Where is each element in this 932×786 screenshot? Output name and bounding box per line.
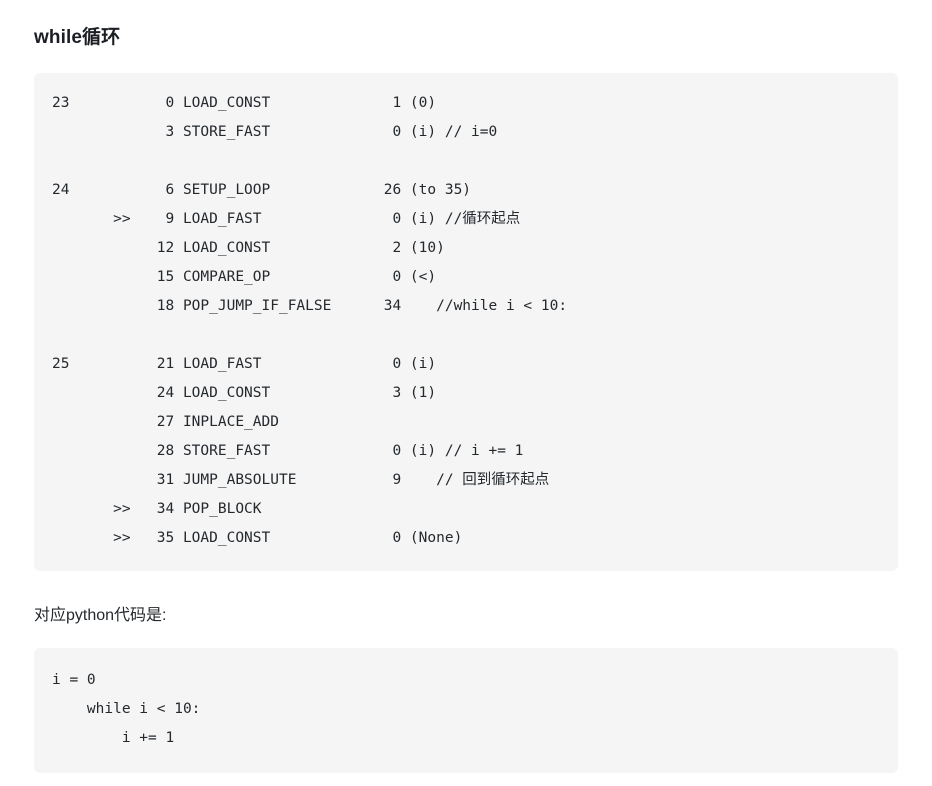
python-source-code-block: i = 0 while i < 10: i += 1 <box>34 648 898 774</box>
page-title: while循环 <box>34 27 121 48</box>
bytecode-disassembly-code-block: 23 0 LOAD_CONST 1 (0) 3 STORE_FAST 0 (i)… <box>34 72 898 571</box>
bytecode-disassembly-text[interactable]: 23 0 LOAD_CONST 1 (0) 3 STORE_FAST 0 (i)… <box>52 89 880 553</box>
python-source-text[interactable]: i = 0 while i < 10: i += 1 <box>52 666 880 753</box>
python-code-intro-paragraph: 对应python代码是: <box>34 606 167 624</box>
page-container: while循环 23 0 LOAD_CONST 1 (0) 3 STORE_FA… <box>0 0 932 774</box>
